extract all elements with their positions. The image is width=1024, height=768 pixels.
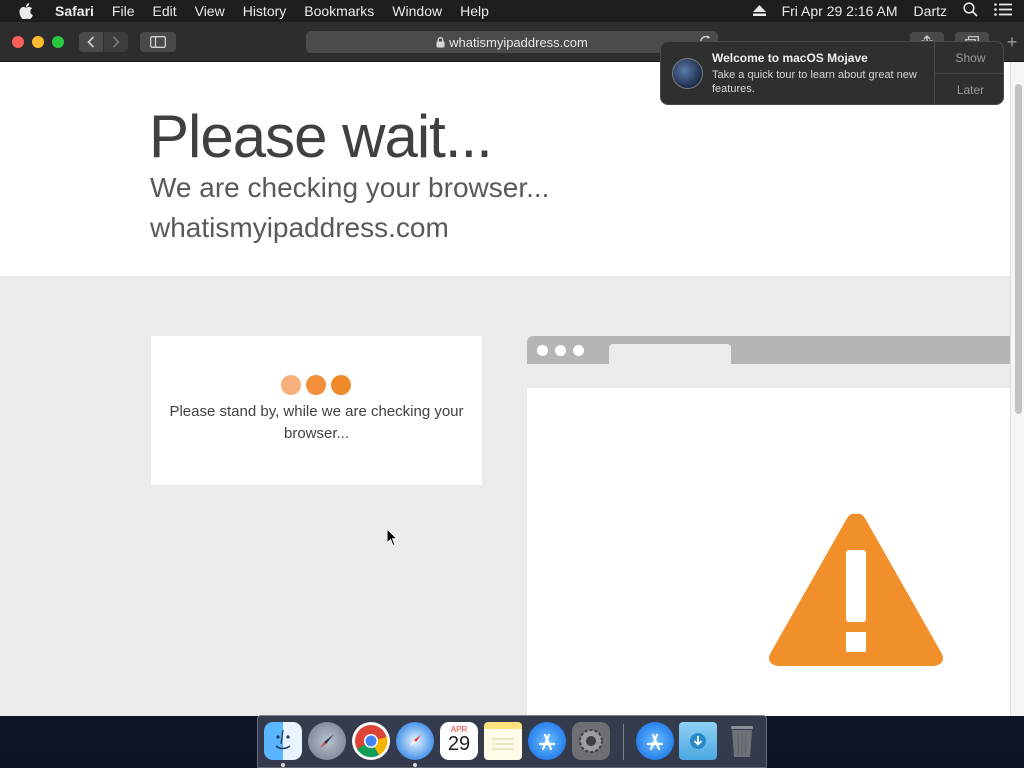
standby-card: Please stand by, while we are checking y… <box>151 336 482 485</box>
illustration-dot <box>537 345 548 356</box>
apple-logo-icon[interactable] <box>19 3 39 19</box>
loading-dot <box>306 375 326 395</box>
trash-icon[interactable] <box>723 722 761 760</box>
menu-bookmarks[interactable]: Bookmarks <box>304 0 374 22</box>
address-bar[interactable]: whatismyipaddress.com <box>306 31 718 53</box>
page-scrollbar[interactable] <box>1010 62 1024 716</box>
menu-clock[interactable]: Fri Apr 29 2:16 AM <box>782 3 898 19</box>
loading-dots <box>281 375 351 395</box>
chevron-left-icon <box>87 36 95 48</box>
zoom-window-button[interactable] <box>52 36 64 48</box>
loading-dot <box>331 375 351 395</box>
menu-app-name[interactable]: Safari <box>55 0 94 22</box>
notification-body: Take a quick tour to learn about great n… <box>712 69 917 95</box>
illustration-titlebar <box>527 336 1010 364</box>
system-preferences-icon[interactable] <box>572 722 610 760</box>
browser-illustration <box>527 336 1010 716</box>
illustration-tab <box>609 344 731 364</box>
dock-separator <box>623 724 624 760</box>
show-button[interactable]: Show <box>935 42 1003 74</box>
illustration-tabstrip <box>527 364 1010 388</box>
calendar-icon[interactable]: APR 29 <box>440 722 478 760</box>
loading-dot <box>281 375 301 395</box>
notification-actions: Show Later <box>934 42 1003 104</box>
scrollbar-thumb[interactable] <box>1015 84 1022 414</box>
url-text: whatismyipaddress.com <box>449 34 588 50</box>
chevron-right-icon <box>112 36 120 48</box>
dock: APR 29 <box>257 715 767 768</box>
standby-message: Please stand by, while we are checking y… <box>169 403 464 442</box>
menu-edit[interactable]: Edit <box>152 0 176 22</box>
mouse-cursor-icon <box>386 527 399 552</box>
menu-file[interactable]: File <box>112 0 135 22</box>
menu-user[interactable]: Dartz <box>914 3 947 19</box>
menu-view[interactable]: View <box>195 0 225 22</box>
illustration-dot <box>573 345 584 356</box>
warning-icon <box>766 508 946 673</box>
sidebar-toggle-button[interactable] <box>140 32 176 52</box>
minimize-window-button[interactable] <box>32 36 44 48</box>
close-window-button[interactable] <box>12 36 24 48</box>
app-store-download-icon[interactable] <box>636 722 674 760</box>
eject-icon[interactable] <box>752 3 766 19</box>
downloads-folder-icon[interactable] <box>679 722 717 760</box>
illustration-dot <box>555 345 566 356</box>
mojave-icon <box>672 58 703 89</box>
notes-icon[interactable] <box>484 722 522 760</box>
search-icon[interactable] <box>963 2 978 20</box>
chrome-icon[interactable] <box>352 722 390 760</box>
menu-bar: Safari File Edit View History Bookmarks … <box>0 0 1024 22</box>
safari-icon[interactable] <box>396 722 434 760</box>
page-subtitle: We are checking your browser... <box>150 172 550 203</box>
page-title: Please wait... <box>149 103 493 170</box>
running-indicator <box>281 763 285 767</box>
finder-icon[interactable] <box>264 722 302 760</box>
notification-banner[interactable]: Welcome to macOS Mojave Take a quick tou… <box>660 41 1004 105</box>
web-page: Please wait... We are checking your brow… <box>0 62 1010 716</box>
safari-window: whatismyipaddress.com + Please wait... W… <box>0 22 1024 716</box>
menu-help[interactable]: Help <box>460 0 489 22</box>
forward-button[interactable] <box>104 32 128 52</box>
launchpad-icon[interactable] <box>308 722 346 760</box>
page-domain: whatismyipaddress.com <box>150 212 449 243</box>
later-button[interactable]: Later <box>935 74 1003 104</box>
sidebar-icon <box>150 36 166 48</box>
menu-history[interactable]: History <box>243 0 287 22</box>
app-store-icon[interactable] <box>528 722 566 760</box>
running-indicator <box>413 763 417 767</box>
calendar-day: 29 <box>447 733 471 755</box>
lock-icon <box>436 36 445 48</box>
list-icon[interactable] <box>994 3 1012 19</box>
menu-window[interactable]: Window <box>392 0 442 22</box>
back-button[interactable] <box>79 32 103 52</box>
notification-title: Welcome to macOS Mojave <box>712 51 868 65</box>
